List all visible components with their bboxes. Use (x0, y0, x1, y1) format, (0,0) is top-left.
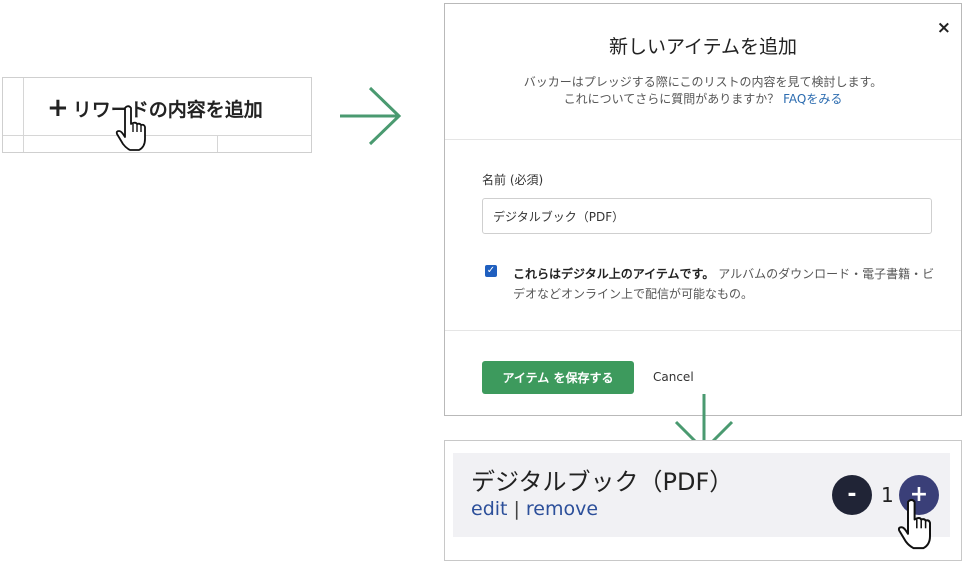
item-actions: edit | remove (471, 498, 598, 520)
modal-description: バッカーはプレッジする際にこのリストの内容を見て検討します。 これについてさらに… (445, 74, 961, 108)
modal-desc-question: これについてさらに質問がありますか？ (563, 92, 784, 106)
modal-desc-line1: バッカーはプレッジする際にこのリストの内容を見て検討します。 (523, 75, 883, 89)
add-reward-panel: + リワードの内容を追加 (2, 77, 312, 153)
reward-item-panel: デジタルブック（PDF） edit | remove - 1 + (444, 440, 962, 561)
plus-icon: + (47, 93, 69, 123)
add-reward-label: リワードの内容を追加 (72, 98, 263, 121)
item-title: デジタルブック（PDF） (471, 468, 734, 496)
table-divider (3, 135, 311, 136)
table-divider (23, 78, 24, 152)
modal-desc-line2: これについてさらに質問がありますか？ FAQをみる (445, 91, 961, 108)
faq-link[interactable]: FAQをみる (783, 92, 842, 106)
decrease-quantity-button[interactable]: - (832, 475, 872, 515)
divider (445, 139, 961, 140)
divider (445, 330, 961, 331)
edit-link[interactable]: edit (471, 498, 507, 520)
link-separator: | (513, 498, 520, 520)
digital-checkbox[interactable]: ✓ (485, 265, 497, 277)
cancel-button[interactable]: Cancel (653, 370, 694, 384)
digital-bold-text: これらはデジタル上のアイテムです。 (513, 267, 715, 281)
name-input[interactable] (482, 198, 932, 234)
add-item-modal: × 新しいアイテムを追加 バッカーはプレッジする際にこのリストの内容を見て検討し… (444, 3, 962, 416)
name-label: 名前 (必須) (482, 173, 544, 187)
reward-item-card: デジタルブック（PDF） edit | remove - 1 + (453, 453, 950, 537)
remove-link[interactable]: remove (526, 498, 598, 520)
modal-title: 新しいアイテムを追加 (608, 36, 798, 58)
digital-description: これらはデジタル上のアイテムです。 アルバムのダウンロード・電子書籍・ビデオなど… (513, 264, 943, 304)
table-divider (217, 135, 218, 152)
quantity-value: 1 (881, 483, 894, 507)
right-arrow-icon (340, 86, 402, 146)
hand-cursor-icon (115, 105, 146, 151)
save-item-button[interactable]: アイテム を保存する (482, 361, 634, 394)
hand-cursor-icon (897, 498, 931, 550)
